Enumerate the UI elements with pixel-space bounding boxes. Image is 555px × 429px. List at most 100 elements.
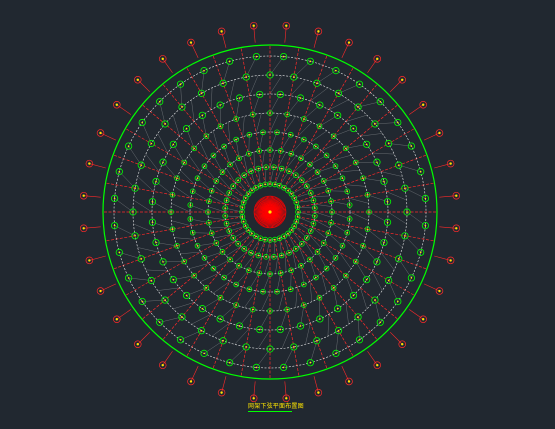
center-point	[268, 210, 272, 214]
grid-node-core	[264, 183, 266, 186]
axis-label-mark	[161, 57, 164, 61]
caption-underline	[248, 411, 292, 412]
grid-node-core	[179, 338, 182, 341]
grid-node-core	[228, 60, 231, 63]
axis-leader-line	[137, 331, 151, 345]
grid-node-core	[269, 348, 271, 350]
grid-node-core	[309, 258, 311, 261]
grid-node-core	[155, 180, 157, 183]
grid-node-core	[330, 200, 332, 203]
grid-node-core	[228, 361, 231, 364]
grid-node-core	[303, 138, 305, 141]
grid-node-core	[283, 235, 285, 238]
grid-node-core	[282, 366, 285, 369]
grid-node-core	[319, 104, 321, 106]
grid-node-core	[286, 113, 288, 116]
grid-node-core	[172, 278, 175, 281]
brace-line	[180, 170, 195, 185]
brace-line	[331, 263, 341, 283]
grid-node-core	[205, 287, 208, 289]
grid-node-core	[290, 269, 293, 272]
grid-node-core	[245, 346, 248, 348]
brace-line	[259, 132, 264, 151]
grid-node-core	[245, 76, 248, 78]
grid-node-core	[325, 267, 328, 270]
grid-node-core	[322, 180, 325, 182]
brace-line	[157, 287, 180, 291]
grid-node-core	[170, 211, 172, 213]
brace-line	[174, 237, 195, 240]
grid-node-core	[203, 165, 206, 167]
axis-label-mark	[285, 24, 288, 27]
radial-line-3	[279, 54, 328, 186]
grid-node-core	[258, 93, 261, 96]
center-hub	[253, 195, 287, 229]
axis-label-mark	[449, 259, 452, 262]
axis-label-mark	[115, 318, 119, 321]
grid-node-core	[283, 186, 285, 189]
grid-node-core	[325, 154, 328, 157]
grid-node-core	[183, 260, 186, 263]
grid-node-core	[224, 207, 226, 209]
axis-leader-line	[116, 104, 131, 115]
grid-node-core	[208, 200, 210, 203]
brace-line	[199, 273, 219, 283]
grid-node-core	[191, 231, 194, 234]
grid-node-core	[134, 234, 136, 237]
grid-node-core	[332, 287, 335, 289]
axis-leader-line	[367, 351, 378, 366]
grid-node-core	[171, 228, 174, 230]
grid-node-core	[140, 258, 143, 260]
grid-node-core	[212, 154, 215, 157]
grid-node-core	[252, 308, 254, 311]
axis-label-mark	[99, 131, 102, 135]
grid-node-core	[306, 185, 308, 187]
brace-line	[308, 234, 321, 248]
grid-node-core	[176, 177, 178, 179]
grid-node-core	[292, 346, 295, 348]
brace-line	[204, 251, 223, 259]
grid-node-core	[250, 170, 252, 173]
brace-line	[190, 204, 209, 213]
grid-node-core	[315, 276, 317, 279]
brace-line	[339, 251, 352, 269]
grid-node-core	[309, 361, 312, 364]
grid-node-core	[279, 93, 282, 96]
axis-leader-line	[137, 79, 151, 93]
brace-line	[291, 139, 304, 154]
axis-label-mark	[449, 162, 452, 165]
grid-node-core	[162, 161, 164, 163]
grid-node-core	[424, 197, 427, 200]
grid-node-core	[224, 215, 226, 217]
axis-leader-line	[284, 381, 287, 399]
brace-line	[188, 155, 201, 173]
radial-line-2	[274, 47, 300, 185]
grid-node-core	[383, 241, 385, 244]
axis-label-mark	[421, 103, 425, 106]
radial-line-30	[112, 154, 244, 203]
grid-node-core	[238, 97, 241, 99]
brace-line	[297, 122, 312, 137]
grid-node-core	[318, 296, 321, 299]
brace-line	[219, 176, 232, 190]
grid-node-core	[229, 163, 231, 166]
grid-node-core	[286, 308, 288, 311]
axis-leader-line	[389, 79, 403, 93]
grid-node-core	[273, 166, 275, 168]
brace-line	[312, 195, 330, 197]
grid-node-core	[207, 211, 209, 213]
brace-line	[242, 116, 245, 137]
grid-node-core	[309, 60, 312, 63]
axis-label-mark	[136, 78, 139, 81]
grid-node-core	[244, 197, 247, 199]
grid-node-core	[314, 215, 316, 217]
grid-node-core	[279, 328, 282, 331]
grid-node-core	[258, 150, 261, 152]
grid-node-core	[151, 200, 154, 203]
brace-line	[285, 155, 297, 170]
grid-node-core	[293, 197, 296, 199]
brace-line	[298, 246, 306, 263]
grid-node-core	[255, 366, 258, 369]
grid-node-core	[357, 316, 359, 318]
grid-node-core	[250, 251, 252, 254]
